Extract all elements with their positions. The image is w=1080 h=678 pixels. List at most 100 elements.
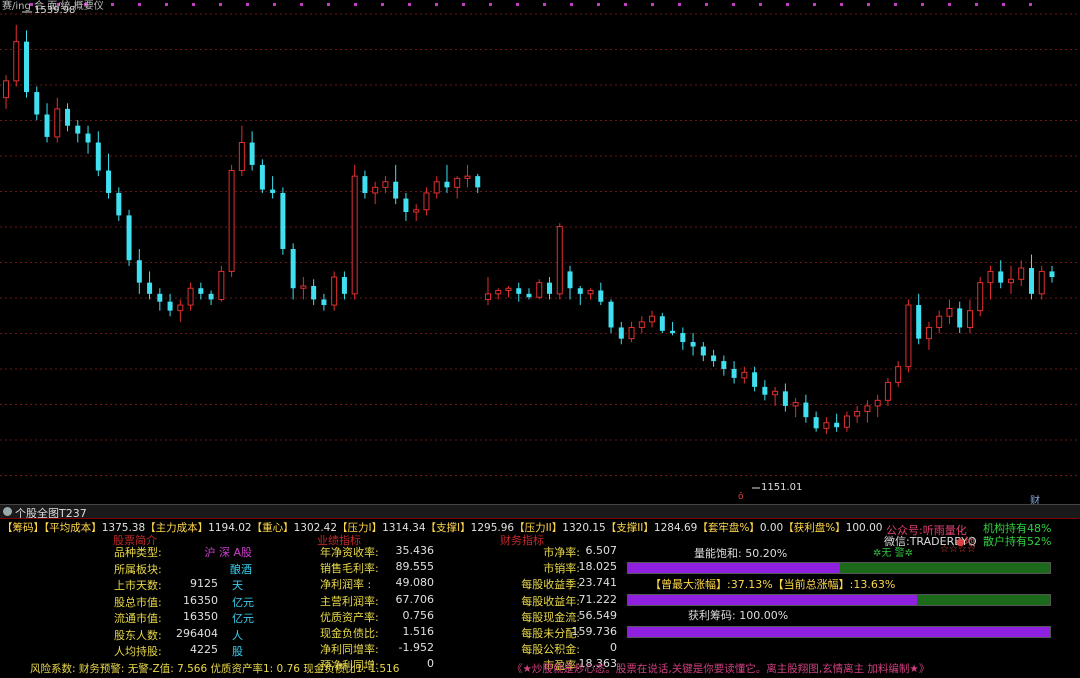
collapse-icon[interactable] (3, 507, 12, 516)
candle-body[interactable] (895, 366, 902, 383)
candle-body[interactable] (208, 293, 214, 300)
candle-body[interactable] (106, 170, 112, 193)
candle-body[interactable] (884, 381, 891, 401)
candle-body[interactable] (228, 170, 235, 272)
candle-body[interactable] (321, 299, 327, 306)
candle-body[interactable] (495, 289, 502, 295)
candle-body[interactable] (393, 181, 399, 199)
candle-body[interactable] (977, 282, 984, 312)
candle-body[interactable] (136, 260, 142, 283)
candle-body[interactable] (803, 402, 809, 418)
candle-body[interactable] (95, 142, 101, 171)
candle-body[interactable] (54, 108, 61, 138)
candle-body[interactable] (1038, 270, 1045, 295)
candle-body[interactable] (577, 288, 583, 294)
candle-body[interactable] (598, 290, 604, 302)
candle-body[interactable] (259, 164, 265, 190)
candle-body[interactable] (433, 181, 440, 194)
candle-body[interactable] (423, 192, 430, 211)
candle-body[interactable] (843, 415, 850, 428)
candle-body[interactable] (280, 192, 286, 249)
candle-body[interactable] (198, 288, 204, 294)
candle-body[interactable] (998, 271, 1004, 283)
candle-body[interactable] (270, 189, 276, 193)
candle-body[interactable] (854, 411, 861, 417)
candle-body[interactable] (126, 215, 132, 261)
candle-body[interactable] (167, 301, 173, 311)
candle-body[interactable] (372, 186, 379, 194)
candle-body[interactable] (762, 386, 768, 395)
candle-body[interactable] (505, 287, 512, 291)
candle-body[interactable] (290, 249, 296, 289)
candle-body[interactable] (700, 346, 706, 356)
candle-body[interactable] (813, 417, 819, 429)
candle-body[interactable] (638, 321, 645, 328)
candle-body[interactable] (362, 176, 368, 193)
candle-body[interactable] (587, 289, 594, 295)
candle-body[interactable] (218, 270, 225, 300)
candle-body[interactable] (987, 270, 994, 284)
candle-body[interactable] (311, 285, 317, 300)
candle-body[interactable] (249, 142, 255, 165)
candle-body[interactable] (966, 310, 973, 328)
candle-body[interactable] (444, 181, 450, 188)
candle-body[interactable] (157, 293, 163, 302)
candle-body[interactable] (925, 326, 932, 340)
candle-body[interactable] (147, 282, 153, 294)
candle-body[interactable] (300, 285, 307, 289)
candle-body[interactable] (1028, 268, 1034, 294)
candle-body[interactable] (721, 361, 727, 369)
candle-body[interactable] (516, 288, 522, 294)
candle-body[interactable] (44, 114, 50, 137)
candle-body[interactable] (3, 80, 9, 99)
candle-body[interactable] (567, 271, 573, 289)
candle-body[interactable] (116, 192, 122, 216)
candle-body[interactable] (946, 307, 953, 317)
candle-body[interactable] (34, 92, 40, 115)
candle-body[interactable] (905, 304, 912, 368)
candle-body[interactable] (772, 390, 779, 396)
candle-body[interactable] (752, 372, 758, 387)
candle-body[interactable] (177, 304, 184, 312)
candle-body[interactable] (670, 330, 676, 334)
candle-body[interactable] (484, 293, 491, 300)
candle-body[interactable] (874, 399, 881, 407)
candle-body[interactable] (834, 422, 840, 428)
candle-body[interactable] (341, 277, 347, 294)
candle-body[interactable] (618, 327, 624, 339)
candle-body[interactable] (711, 355, 717, 362)
candle-body[interactable] (382, 181, 389, 188)
candle-body[interactable] (454, 177, 461, 188)
candle-body[interactable] (731, 368, 737, 378)
candle-body[interactable] (957, 308, 963, 328)
candle-body[interactable] (547, 282, 553, 294)
candle-body[interactable] (792, 402, 799, 407)
candle-body[interactable] (680, 333, 686, 343)
candle-body[interactable] (782, 391, 788, 406)
candle-body[interactable] (649, 315, 656, 323)
candle-body[interactable] (331, 276, 338, 306)
candle-body[interactable] (75, 125, 81, 134)
candle-body[interactable] (628, 326, 635, 340)
candle-body[interactable] (85, 133, 91, 143)
candle-body[interactable] (659, 316, 665, 331)
candle-body[interactable] (403, 198, 409, 213)
candle-body[interactable] (187, 287, 194, 306)
candle-body[interactable] (864, 405, 871, 413)
candle-body[interactable] (556, 226, 563, 295)
candle-body[interactable] (13, 41, 20, 82)
candle-body[interactable] (690, 342, 696, 347)
candle-body[interactable] (536, 282, 543, 298)
candle-body[interactable] (916, 305, 922, 339)
candle-body[interactable] (65, 108, 71, 126)
candle-body[interactable] (238, 142, 245, 172)
candle-body[interactable] (1049, 271, 1055, 278)
candle-body[interactable] (464, 175, 471, 179)
candle-body[interactable] (741, 371, 748, 379)
candle-body[interactable] (24, 41, 30, 93)
candle-body[interactable] (475, 176, 481, 188)
candle-body[interactable] (608, 301, 614, 328)
candle-body[interactable] (526, 293, 532, 298)
candlestick-chart[interactable] (0, 0, 1080, 504)
candle-body[interactable] (823, 422, 830, 429)
